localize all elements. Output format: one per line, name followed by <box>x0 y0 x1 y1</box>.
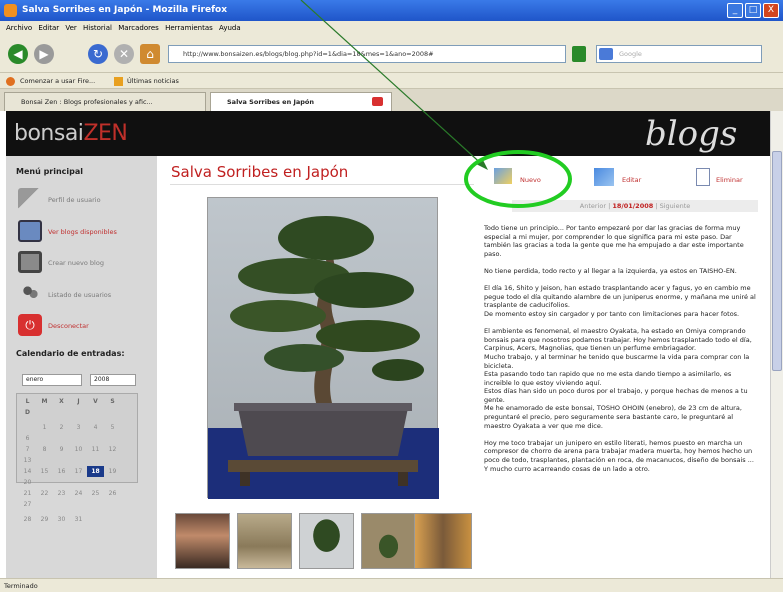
annotation-arrow <box>300 0 487 169</box>
annotation-circle <box>464 150 572 208</box>
annotation-overlay <box>300 0 572 208</box>
